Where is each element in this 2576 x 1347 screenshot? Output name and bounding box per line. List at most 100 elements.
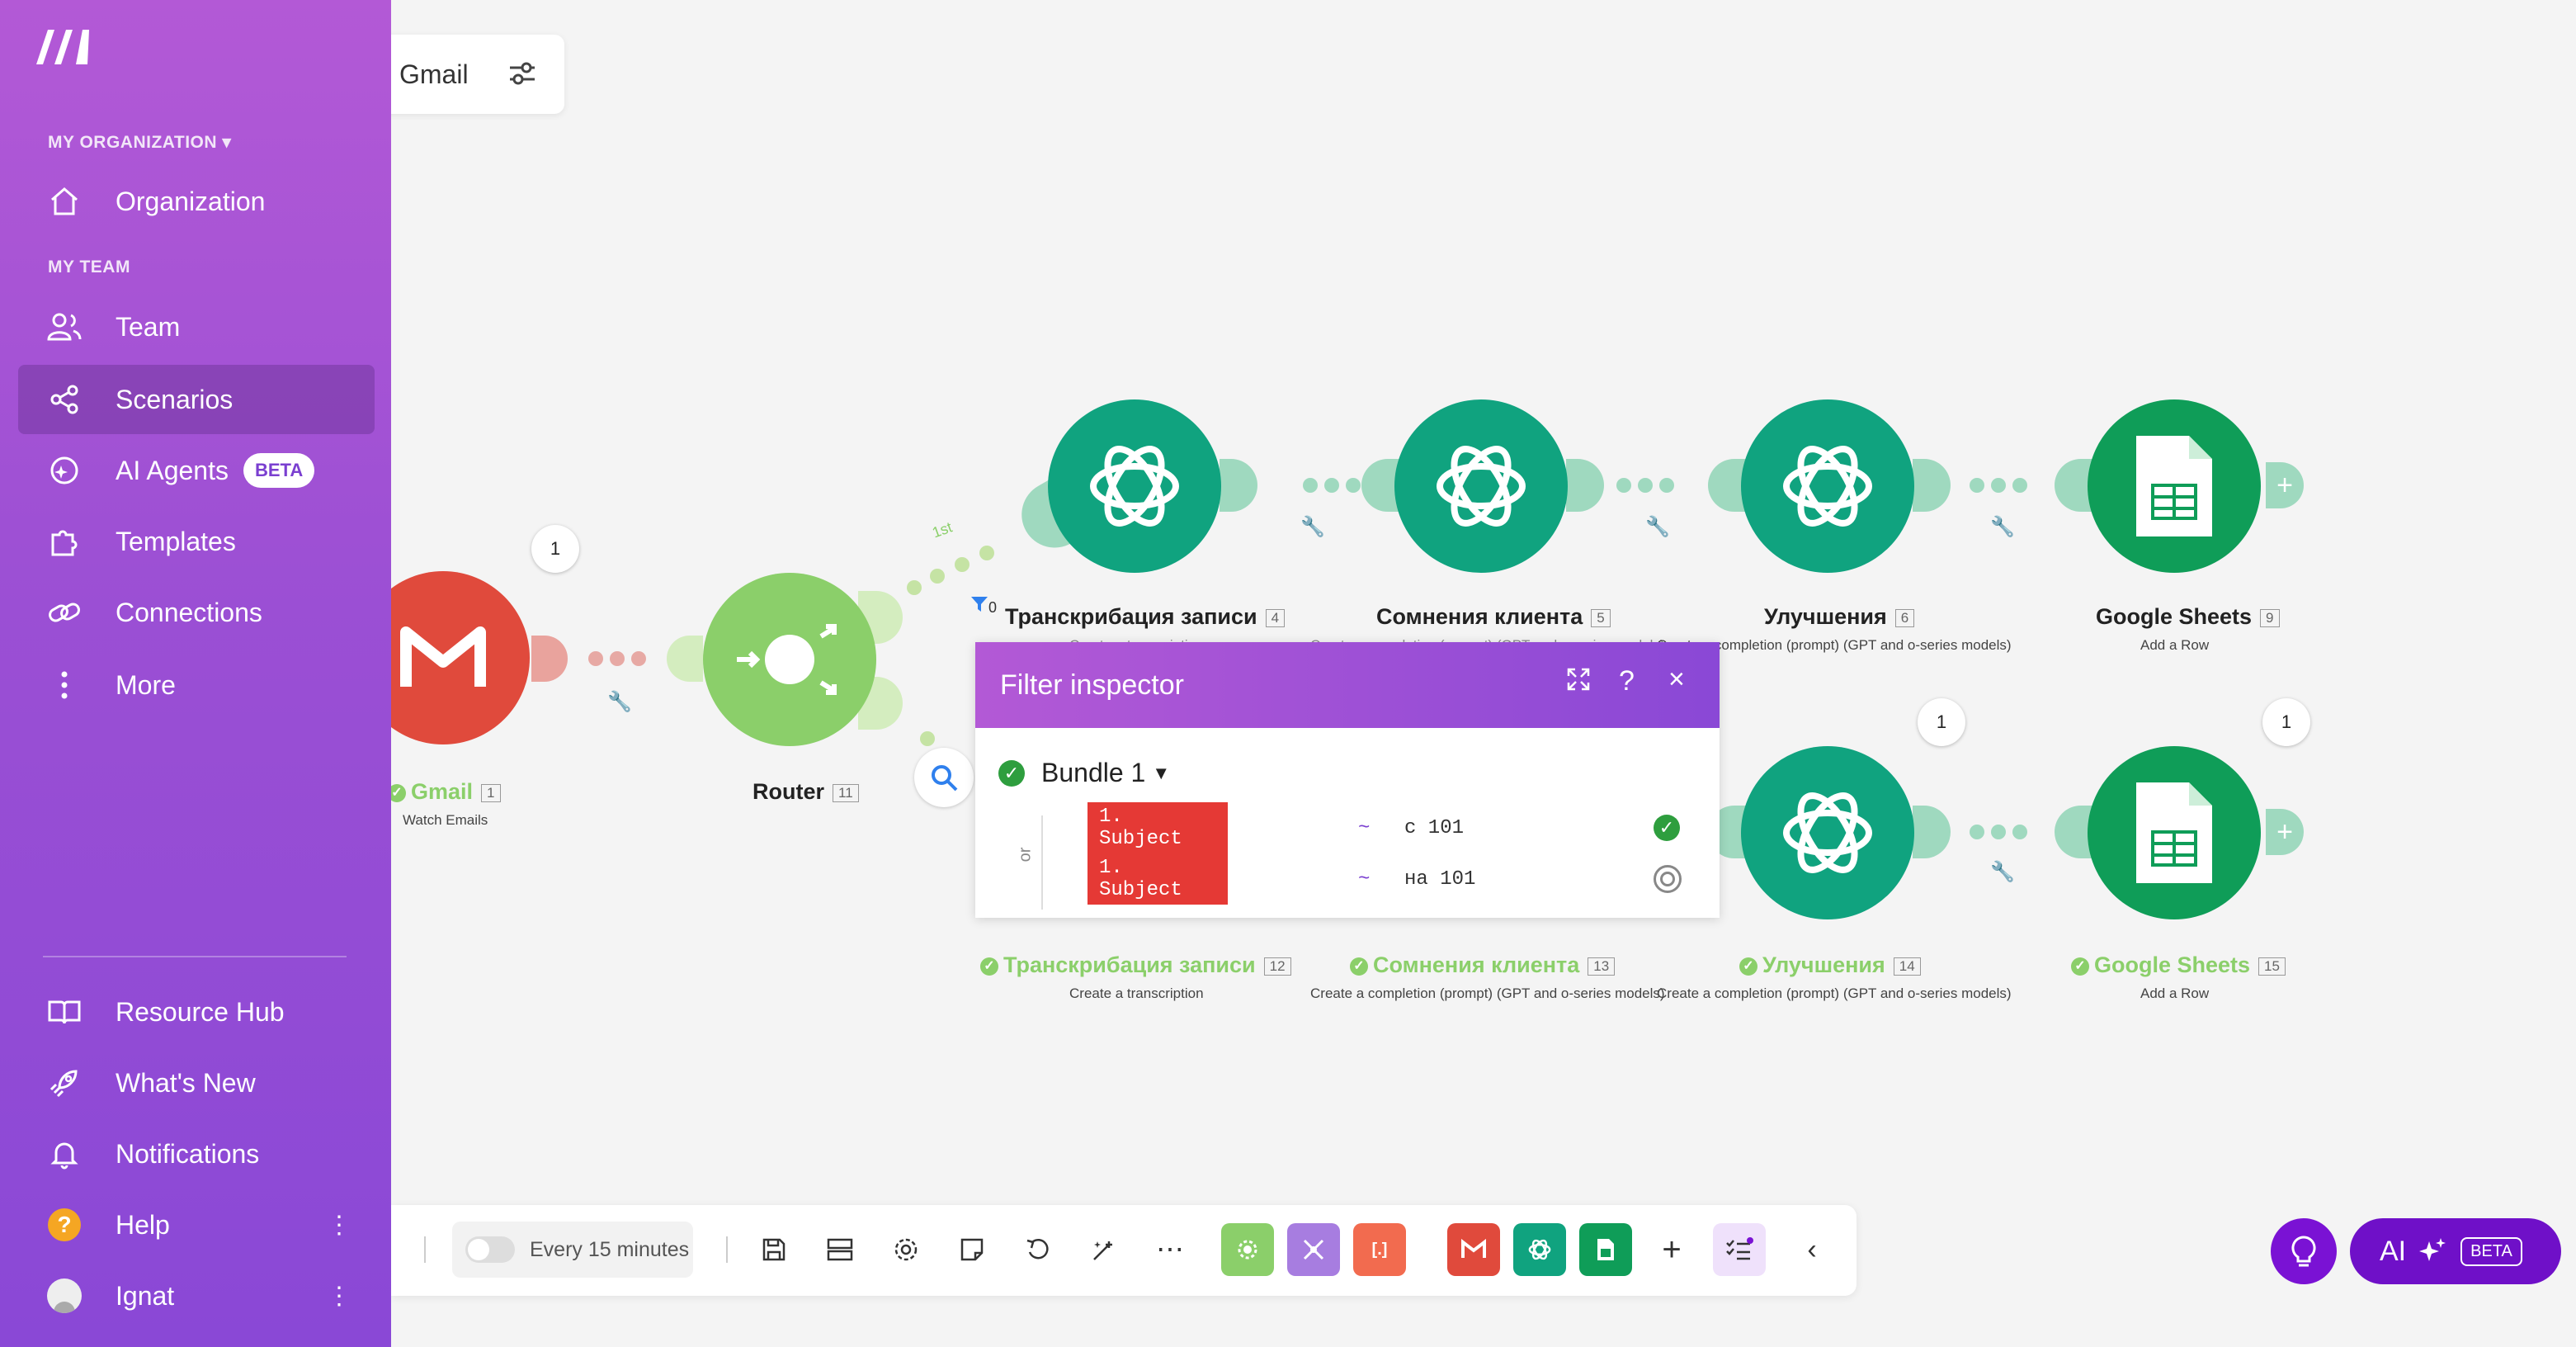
sidebar-item-templates[interactable]: Templates <box>18 507 375 576</box>
sidebar-item-label: Help <box>116 1209 170 1240</box>
router-module[interactable] <box>703 573 876 746</box>
check-icon: ✓ <box>998 759 1025 787</box>
openai-module-4[interactable] <box>1048 399 1221 573</box>
sidebar-item-notifications[interactable]: Notifications <box>18 1119 375 1189</box>
close-icon[interactable]: × <box>1668 664 1685 696</box>
scenario-toolbar: Every 15 minutes ⋯ [.] + ‹ <box>391 1205 1857 1296</box>
rocket-icon <box>46 1065 83 1101</box>
sidebar-item-ai-agents[interactable]: AI Agents BETA <box>18 436 375 505</box>
team-section-label: MY TEAM <box>48 258 130 276</box>
google-sheets-icon[interactable] <box>1579 1223 1632 1276</box>
book-icon <box>46 994 83 1030</box>
search-icon <box>932 765 958 792</box>
toolbar-divider <box>726 1236 728 1263</box>
google-sheets-icon <box>2136 436 2212 536</box>
toolbar-divider <box>424 1236 426 1263</box>
openai-icon <box>1783 446 1872 527</box>
passed-icon: ✓ <box>1654 815 1680 841</box>
more-horizontal-icon[interactable]: ⋯ <box>1144 1223 1196 1276</box>
tools-gear-icon[interactable] <box>1221 1223 1274 1276</box>
note-icon[interactable] <box>946 1223 998 1276</box>
more-vertical-icon[interactable]: ⋮ <box>327 1282 351 1311</box>
router-icon <box>737 624 837 695</box>
sidebar-item-profile[interactable]: Ignat ⋮ <box>18 1261 375 1330</box>
openai-module-5[interactable] <box>1394 399 1568 573</box>
sidebar-item-label: Scenarios <box>116 384 234 414</box>
openai-icon <box>1437 446 1526 527</box>
ai-agent-icon <box>46 452 83 489</box>
scheduling-toggle[interactable] <box>465 1236 515 1263</box>
caret-down-icon: ▼ <box>1152 762 1171 783</box>
condition-value: с 101 <box>1404 816 1465 839</box>
or-bracket <box>1041 815 1043 910</box>
sidebar-item-organization[interactable]: Organization <box>18 167 375 236</box>
sidebar-item-help[interactable]: ? Help ⋮ <box>18 1190 375 1260</box>
team-icon <box>46 309 83 345</box>
expand-icon[interactable] <box>1566 667 1591 699</box>
avatar <box>46 1278 83 1314</box>
openai-icon <box>1783 792 1872 873</box>
sidebar-item-scenarios[interactable]: Scenarios <box>18 365 375 434</box>
beta-badge: BETA <box>243 453 315 488</box>
field-pill: 1. Subject <box>1087 853 1228 905</box>
sidebar-item-label: Organization <box>116 186 266 216</box>
bundle-selector[interactable]: ✓ Bundle 1 ▼ <box>998 758 1170 788</box>
or-label: or <box>1016 847 1035 863</box>
openai-module-14[interactable] <box>1741 746 1914 919</box>
more-vertical-icon[interactable]: ⋮ <box>327 1211 351 1240</box>
openai-icon[interactable] <box>1513 1223 1566 1276</box>
filter-condition-row: 1. Subject ~ с 101 ✓ <box>1087 802 1698 853</box>
sidebar-item-label: Resource Hub <box>116 996 285 1027</box>
undo-icon[interactable] <box>1012 1223 1064 1276</box>
schedule-control[interactable]: Every 15 minutes <box>452 1222 693 1278</box>
auto-align-icon[interactable] <box>814 1223 866 1276</box>
sidebar-item-label: More <box>116 669 176 700</box>
make-logo-icon[interactable] <box>33 25 99 68</box>
sidebar: MY ORGANIZATION ▾ Organization MY TEAM T… <box>0 0 391 1347</box>
google-sheets-icon <box>2136 782 2212 883</box>
openai-icon <box>1090 446 1179 527</box>
save-icon[interactable] <box>748 1223 800 1276</box>
puzzle-icon <box>46 523 83 560</box>
filter-search-button[interactable] <box>914 748 974 807</box>
field-pill: 1. Subject <box>1087 802 1228 853</box>
condition-value: на 101 <box>1404 867 1476 891</box>
bell-icon <box>46 1136 83 1172</box>
gmail-icon[interactable] <box>1447 1223 1500 1276</box>
sidebar-item-label: Notifications <box>116 1138 260 1169</box>
sidebar-item-connections[interactable]: Connections <box>18 578 375 647</box>
sheets-module-9[interactable] <box>2088 399 2261 573</box>
sidebar-item-label: Templates <box>116 526 236 556</box>
magic-wand-icon[interactable] <box>1078 1223 1130 1276</box>
openai-module-6[interactable] <box>1741 399 1914 573</box>
filter-inspector-header: Filter inspector ? × <box>975 642 1720 728</box>
org-section-label[interactable]: MY ORGANIZATION ▾ <box>48 132 231 153</box>
sidebar-item-team[interactable]: Team <box>18 292 375 362</box>
sidebar-item-label: Team <box>116 311 181 342</box>
add-icon[interactable]: + <box>1645 1223 1698 1276</box>
sidebar-item-label: Ignat <box>116 1280 175 1311</box>
settings-icon[interactable] <box>880 1223 932 1276</box>
sidebar-item-resource-hub[interactable]: Resource Hub <box>18 977 375 1047</box>
sidebar-item-label: What's New <box>116 1067 256 1098</box>
checklist-icon[interactable] <box>1713 1223 1766 1276</box>
text-parser-icon[interactable]: [.] <box>1353 1223 1406 1276</box>
schedule-label: Every 15 minutes <box>530 1237 690 1261</box>
sidebar-item-label: AI Agents <box>116 455 229 485</box>
sheets-module-15[interactable] <box>2088 746 2261 919</box>
filter-inspector-title: Filter inspector <box>1000 669 1184 701</box>
filter-condition-row: 1. Subject ~ на 101 <box>1087 853 1698 905</box>
sidebar-item-more[interactable]: More <box>18 650 375 720</box>
sidebar-divider <box>43 956 347 957</box>
home-icon <box>46 183 83 220</box>
help-icon[interactable]: ? <box>1619 665 1635 697</box>
link-icon <box>46 594 83 631</box>
not-passed-icon <box>1654 865 1682 893</box>
flow-control-icon[interactable] <box>1287 1223 1340 1276</box>
sidebar-item-whats-new[interactable]: What's New <box>18 1048 375 1118</box>
more-vertical-icon <box>46 667 83 703</box>
share-icon <box>46 381 83 418</box>
collapse-chevron-left-icon[interactable]: ‹ <box>1786 1223 1838 1276</box>
sidebar-item-label: Connections <box>116 597 262 627</box>
operator: ~ <box>1358 867 1371 891</box>
